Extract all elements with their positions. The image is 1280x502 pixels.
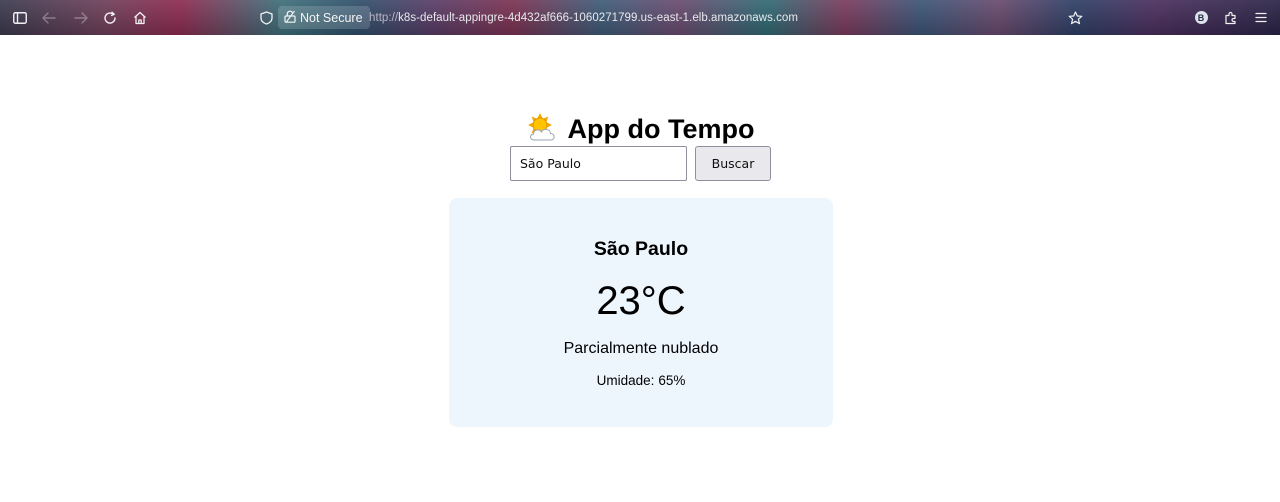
site-info-button[interactable]: Not Secure [278, 6, 370, 29]
forward-arrow-icon[interactable] [71, 0, 91, 35]
humidity-value: 65% [658, 373, 686, 388]
weather-description: Parcialmente nublado [563, 340, 719, 357]
browser-toolbar: Not Secure http://k8s-default-appingre-4… [0, 0, 1280, 35]
puzzle-icon[interactable] [1221, 0, 1241, 35]
weather-card: São Paulo 23°C Parcialmente nublado Umid… [449, 198, 833, 427]
star-icon[interactable] [1065, 0, 1085, 35]
shield-icon[interactable] [256, 0, 276, 35]
url-scheme: http:// [369, 11, 399, 24]
city-search-input[interactable] [510, 146, 687, 181]
url-host: k8s-default-appingre-4d432af666-10602717… [398, 11, 798, 24]
title-text: App do Tempo [567, 113, 755, 144]
page-title: App do Tempo [0, 113, 1280, 145]
humidity-label: Umidade: [596, 373, 655, 388]
humidity: Umidade: 65% [449, 373, 833, 388]
reload-icon[interactable] [100, 0, 120, 35]
account-initial: B [1194, 11, 1208, 24]
sidebar-toggle-icon[interactable] [10, 0, 30, 35]
search-button[interactable]: Buscar [695, 146, 771, 181]
account-icon[interactable]: B [1191, 0, 1211, 35]
broken-lock-icon [284, 10, 296, 26]
page-content: App do Tempo Buscar São Paulo 23°C Parci… [0, 35, 1280, 502]
back-arrow-icon[interactable] [39, 0, 59, 35]
hamburger-menu-icon[interactable] [1251, 0, 1271, 35]
city-name: São Paulo [593, 238, 689, 260]
home-icon[interactable] [130, 0, 150, 35]
address-bar[interactable]: http://k8s-default-appingre-4d432af666-1… [369, 0, 798, 35]
temperature: 23°C [596, 279, 686, 323]
sun-behind-cloud-icon [526, 113, 558, 145]
not-secure-label: Not Secure [300, 10, 363, 25]
